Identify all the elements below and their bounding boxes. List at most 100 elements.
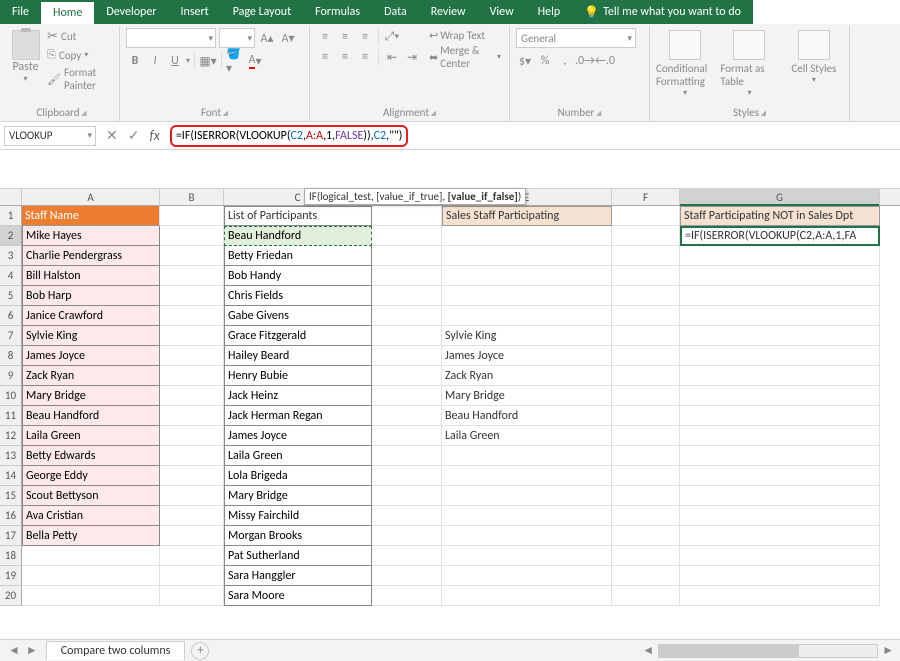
cell-G5[interactable] <box>680 286 880 306</box>
cell-D2[interactable] <box>372 226 442 246</box>
cell-G4[interactable] <box>680 266 880 286</box>
cell-G18[interactable] <box>680 546 880 566</box>
cell-E14[interactable] <box>442 466 612 486</box>
wrap-text-button[interactable]: ↩Wrap Text <box>427 28 503 43</box>
cell-D13[interactable] <box>372 446 442 466</box>
cell-A13[interactable]: Betty Edwards <box>22 446 160 466</box>
cell-F19[interactable] <box>612 566 680 586</box>
row-header-8[interactable]: 8 <box>0 346 22 366</box>
borders-button[interactable]: ▦▾ <box>199 52 217 70</box>
cell-G13[interactable] <box>680 446 880 466</box>
name-box[interactable]: VLOOKUP <box>4 126 96 146</box>
hscroll-thumb[interactable] <box>659 645 799 657</box>
cell-A4[interactable]: Bill Halston <box>22 266 160 286</box>
cancel-formula-icon[interactable]: ✕ <box>106 127 118 144</box>
align-left-icon[interactable]: ≡ <box>316 48 334 66</box>
cell-F15[interactable] <box>612 486 680 506</box>
cell-F9[interactable] <box>612 366 680 386</box>
cell-F1[interactable] <box>612 206 680 226</box>
hscroll-track[interactable] <box>658 644 878 658</box>
cell-E12[interactable]: Laila Green <box>442 426 612 446</box>
align-top-icon[interactable]: ≡ <box>316 28 334 46</box>
tab-file[interactable]: File <box>0 0 41 24</box>
cell-B4[interactable] <box>160 266 224 286</box>
tab-review[interactable]: Review <box>419 0 478 24</box>
cell-C3[interactable]: Betty Friedan <box>224 246 372 266</box>
cell-E11[interactable]: Beau Handford <box>442 406 612 426</box>
cell-B16[interactable] <box>160 506 224 526</box>
cell-B1[interactable] <box>160 206 224 226</box>
increase-decimal-icon[interactable]: .0→ <box>576 52 594 70</box>
cell-E10[interactable]: Mary Bridge <box>442 386 612 406</box>
row-header-16[interactable]: 16 <box>0 506 22 526</box>
copy-button[interactable]: ⎘Copy▾ <box>45 47 113 63</box>
cell-G7[interactable] <box>680 326 880 346</box>
increase-font-icon[interactable]: A▴ <box>258 29 276 47</box>
fx-icon[interactable]: fx <box>149 127 159 144</box>
cell-E17[interactable] <box>442 526 612 546</box>
cell-C10[interactable]: Jack Heinz <box>224 386 372 406</box>
sheet-nav-next-icon[interactable]: ► <box>26 643 38 658</box>
cell-A18[interactable] <box>22 546 160 566</box>
col-header-F[interactable]: F <box>612 189 680 205</box>
cell-B11[interactable] <box>160 406 224 426</box>
cell-B3[interactable] <box>160 246 224 266</box>
cell-F8[interactable] <box>612 346 680 366</box>
row-header-6[interactable]: 6 <box>0 306 22 326</box>
italic-button[interactable]: I <box>146 52 164 70</box>
cells-area[interactable]: IF(logical_test, [value_if_true], [value… <box>22 206 900 606</box>
cell-B5[interactable] <box>160 286 224 306</box>
cell-A19[interactable] <box>22 566 160 586</box>
cell-A11[interactable]: Beau Handford <box>22 406 160 426</box>
tab-home[interactable]: Home <box>41 0 94 24</box>
tab-help[interactable]: Help <box>526 0 573 24</box>
cell-D18[interactable] <box>372 546 442 566</box>
row-header-3[interactable]: 3 <box>0 246 22 266</box>
row-header-1[interactable]: 1 <box>0 206 22 226</box>
row-header-9[interactable]: 9 <box>0 366 22 386</box>
cell-B9[interactable] <box>160 366 224 386</box>
cell-C18[interactable]: Pat Sutherland <box>224 546 372 566</box>
cell-F11[interactable] <box>612 406 680 426</box>
decrease-indent-icon[interactable]: ⇤ <box>383 48 401 66</box>
cell-G9[interactable] <box>680 366 880 386</box>
number-format-dropdown[interactable]: General <box>516 28 636 48</box>
row-header-12[interactable]: 12 <box>0 426 22 446</box>
cell-B2[interactable] <box>160 226 224 246</box>
tab-formulas[interactable]: Formulas <box>303 0 372 24</box>
cell-C17[interactable]: Morgan Brooks <box>224 526 372 546</box>
cell-G2[interactable]: =IF(ISERROR(VLOOKUP(C2,A:A,1,FA <box>680 226 880 246</box>
cell-G1[interactable]: Staff Participating NOT in Sales Dpt <box>680 206 880 226</box>
cell-A16[interactable]: Ava Cristian <box>22 506 160 526</box>
col-header-G[interactable]: G <box>680 189 880 205</box>
tab-page-layout[interactable]: Page Layout <box>221 0 303 24</box>
cell-A17[interactable]: Bella Petty <box>22 526 160 546</box>
cell-A9[interactable]: Zack Ryan <box>22 366 160 386</box>
cell-D15[interactable] <box>372 486 442 506</box>
cell-C11[interactable]: Jack Herman Regan <box>224 406 372 426</box>
cell-A20[interactable] <box>22 586 160 606</box>
cell-A8[interactable]: James Joyce <box>22 346 160 366</box>
percent-icon[interactable]: % <box>536 52 554 70</box>
cell-E18[interactable] <box>442 546 612 566</box>
tab-data[interactable]: Data <box>372 0 419 24</box>
cell-C5[interactable]: Chris Fields <box>224 286 372 306</box>
cell-D17[interactable] <box>372 526 442 546</box>
tab-developer[interactable]: Developer <box>94 0 168 24</box>
col-header-A[interactable]: A <box>22 189 160 205</box>
cell-D7[interactable] <box>372 326 442 346</box>
row-header-18[interactable]: 18 <box>0 546 22 566</box>
row-header-13[interactable]: 13 <box>0 446 22 466</box>
cell-D9[interactable] <box>372 366 442 386</box>
font-color-button[interactable]: A▾ <box>246 52 264 70</box>
cell-D1[interactable] <box>372 206 442 226</box>
cell-F13[interactable] <box>612 446 680 466</box>
cell-B13[interactable] <box>160 446 224 466</box>
row-header-2[interactable]: 2 <box>0 226 22 246</box>
row-header-19[interactable]: 19 <box>0 566 22 586</box>
cell-B15[interactable] <box>160 486 224 506</box>
align-center-icon[interactable]: ≡ <box>336 48 354 66</box>
row-header-15[interactable]: 15 <box>0 486 22 506</box>
col-header-B[interactable]: B <box>160 189 224 205</box>
row-header-7[interactable]: 7 <box>0 326 22 346</box>
